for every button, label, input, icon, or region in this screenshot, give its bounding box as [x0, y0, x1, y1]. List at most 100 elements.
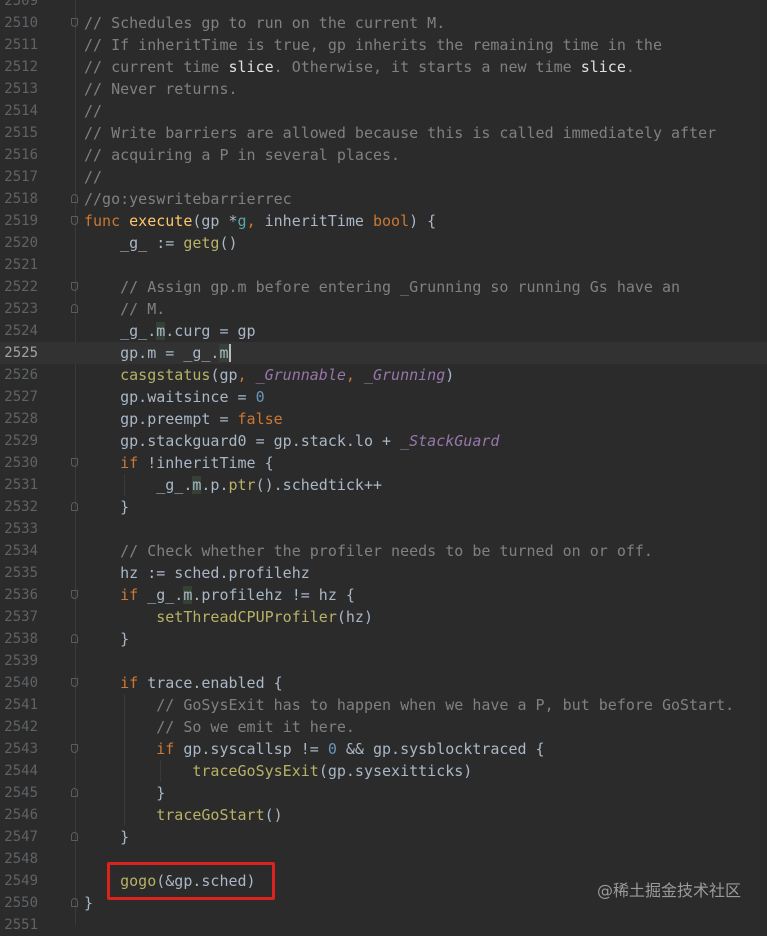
- line-number[interactable]: 2536: [0, 584, 38, 606]
- line-number[interactable]: 2511: [0, 34, 38, 56]
- code-line[interactable]: 2528 gp.preempt = false: [0, 408, 767, 430]
- line-number[interactable]: 2525: [0, 342, 38, 364]
- code-line[interactable]: 2533: [0, 518, 767, 540]
- line-number[interactable]: 2543: [0, 738, 38, 760]
- code-line[interactable]: 2543 if gp.syscallsp != 0 && gp.sysblock…: [0, 738, 767, 760]
- code-line[interactable]: 2544 traceGoSysExit(gp.sysexitticks): [0, 760, 767, 782]
- code-editor[interactable]: 2509 2510 // Schedules gp to run on the cu…: [0, 0, 767, 936]
- line-number[interactable]: 2517: [0, 166, 38, 188]
- code-line[interactable]: 2546 traceGoStart(): [0, 804, 767, 826]
- line-number[interactable]: 2539: [0, 650, 38, 672]
- code-line[interactable]: 2540 if trace.enabled {: [0, 672, 767, 694]
- code-line[interactable]: 2535 hz := sched.profilehz: [0, 562, 767, 584]
- code-line[interactable]: 2524 _g_.m.curg = gp: [0, 320, 767, 342]
- code-line[interactable]: 2509: [0, 0, 767, 12]
- code-line[interactable]: 2513 // Never returns.: [0, 78, 767, 100]
- code-line[interactable]: 2517 //: [0, 166, 767, 188]
- line-number[interactable]: 2510: [0, 12, 38, 34]
- line-number[interactable]: 2550: [0, 892, 38, 914]
- code-line[interactable]: 2527 gp.waitsince = 0: [0, 386, 767, 408]
- line-number[interactable]: 2530: [0, 452, 38, 474]
- code-line[interactable]: 2531 _g_.m.p.ptr().schedtick++: [0, 474, 767, 496]
- line-number[interactable]: 2523: [0, 298, 38, 320]
- fold-marker-icon[interactable]: [71, 18, 78, 27]
- code-line[interactable]: 2523 // M.: [0, 298, 767, 320]
- fold-marker-icon[interactable]: [71, 216, 78, 225]
- line-number[interactable]: 2545: [0, 782, 38, 804]
- code-line[interactable]: 2519 func execute(gp *g, inheritTime bool…: [0, 210, 767, 232]
- code-line[interactable]: 2539: [0, 650, 767, 672]
- line-number[interactable]: 2549: [0, 870, 38, 892]
- fold-marker-icon[interactable]: [71, 590, 78, 599]
- code-line[interactable]: 2510 // Schedules gp to run on the curren…: [0, 12, 767, 34]
- line-number[interactable]: 2544: [0, 760, 38, 782]
- fold-marker-icon[interactable]: [71, 458, 78, 467]
- fold-marker-icon[interactable]: [71, 678, 78, 687]
- line-number[interactable]: 2535: [0, 562, 38, 584]
- code-line[interactable]: 2521: [0, 254, 767, 276]
- line-number[interactable]: 2533: [0, 518, 38, 540]
- code-line[interactable]: 2536 if _g_.m.profilehz != hz {: [0, 584, 767, 606]
- fold-marker-icon[interactable]: [71, 898, 78, 907]
- line-number[interactable]: 2519: [0, 210, 38, 232]
- code-line[interactable]: 2515 // Write barriers are allowed becaus…: [0, 122, 767, 144]
- line-number[interactable]: 2514: [0, 100, 38, 122]
- line-number[interactable]: 2522: [0, 276, 38, 298]
- fold-marker-icon[interactable]: [71, 502, 78, 511]
- line-number[interactable]: 2518: [0, 188, 38, 210]
- fold-marker-icon[interactable]: [71, 788, 78, 797]
- code-line[interactable]: 2551: [0, 914, 767, 936]
- code-line[interactable]: 2525 gp.m = _g_.m: [0, 342, 767, 364]
- line-number[interactable]: 2546: [0, 804, 38, 826]
- code-line[interactable]: 2542 // So we emit it here.: [0, 716, 767, 738]
- line-number[interactable]: 2529: [0, 430, 38, 452]
- code-line[interactable]: 2538 }: [0, 628, 767, 650]
- code-line[interactable]: 2512 // current time slice. Otherwise, it…: [0, 56, 767, 78]
- code-line[interactable]: 2516 // acquiring a P in several places.: [0, 144, 767, 166]
- code-line[interactable]: 2518 //go:yeswritebarrierrec: [0, 188, 767, 210]
- line-number[interactable]: 2526: [0, 364, 38, 386]
- line-number[interactable]: 2540: [0, 672, 38, 694]
- line-number[interactable]: 2527: [0, 386, 38, 408]
- code-line[interactable]: 2534 // Check whether the profiler needs…: [0, 540, 767, 562]
- line-number[interactable]: 2515: [0, 122, 38, 144]
- line-number[interactable]: 2541: [0, 694, 38, 716]
- code-token: .profilehz != hz {: [192, 586, 355, 604]
- code-line[interactable]: 2545 }: [0, 782, 767, 804]
- line-number[interactable]: 2532: [0, 496, 38, 518]
- line-number[interactable]: 2538: [0, 628, 38, 650]
- line-number[interactable]: 2547: [0, 826, 38, 848]
- code-line[interactable]: 2514 //: [0, 100, 767, 122]
- code-line[interactable]: 2530 if !inheritTime {: [0, 452, 767, 474]
- code-line[interactable]: 2532 }: [0, 496, 767, 518]
- fold-marker-icon[interactable]: [71, 282, 78, 291]
- code-line[interactable]: 2529 gp.stackguard0 = gp.stack.lo + _Sta…: [0, 430, 767, 452]
- code-line[interactable]: 2526 casgstatus(gp, _Grunnable, _Grunnin…: [0, 364, 767, 386]
- line-number[interactable]: 2534: [0, 540, 38, 562]
- code-line[interactable]: 2547 }: [0, 826, 767, 848]
- line-number[interactable]: 2509: [0, 0, 38, 12]
- line-number[interactable]: 2548: [0, 848, 38, 870]
- code-line[interactable]: 2520 _g_ := getg(): [0, 232, 767, 254]
- line-number[interactable]: 2516: [0, 144, 38, 166]
- code-line[interactable]: 2511 // If inheritTime is true, gp inheri…: [0, 34, 767, 56]
- code-token: (hz): [336, 608, 373, 626]
- code-line[interactable]: 2522 // Assign gp.m before entering _Gru…: [0, 276, 767, 298]
- line-number[interactable]: 2537: [0, 606, 38, 628]
- line-number[interactable]: 2524: [0, 320, 38, 342]
- line-number[interactable]: 2531: [0, 474, 38, 496]
- code-line[interactable]: 2537 setThreadCPUProfiler(hz): [0, 606, 767, 628]
- code-line[interactable]: 2541 // GoSysExit has to happen when we …: [0, 694, 767, 716]
- line-number[interactable]: 2551: [0, 914, 38, 936]
- line-number[interactable]: 2520: [0, 232, 38, 254]
- line-number[interactable]: 2512: [0, 56, 38, 78]
- fold-marker-icon[interactable]: [71, 744, 78, 753]
- fold-marker-icon[interactable]: [71, 304, 78, 313]
- line-number[interactable]: 2521: [0, 254, 38, 276]
- fold-marker-icon[interactable]: [71, 194, 78, 203]
- line-number[interactable]: 2513: [0, 78, 38, 100]
- fold-marker-icon[interactable]: [71, 634, 78, 643]
- line-number[interactable]: 2528: [0, 408, 38, 430]
- fold-marker-icon[interactable]: [71, 832, 78, 841]
- line-number[interactable]: 2542: [0, 716, 38, 738]
